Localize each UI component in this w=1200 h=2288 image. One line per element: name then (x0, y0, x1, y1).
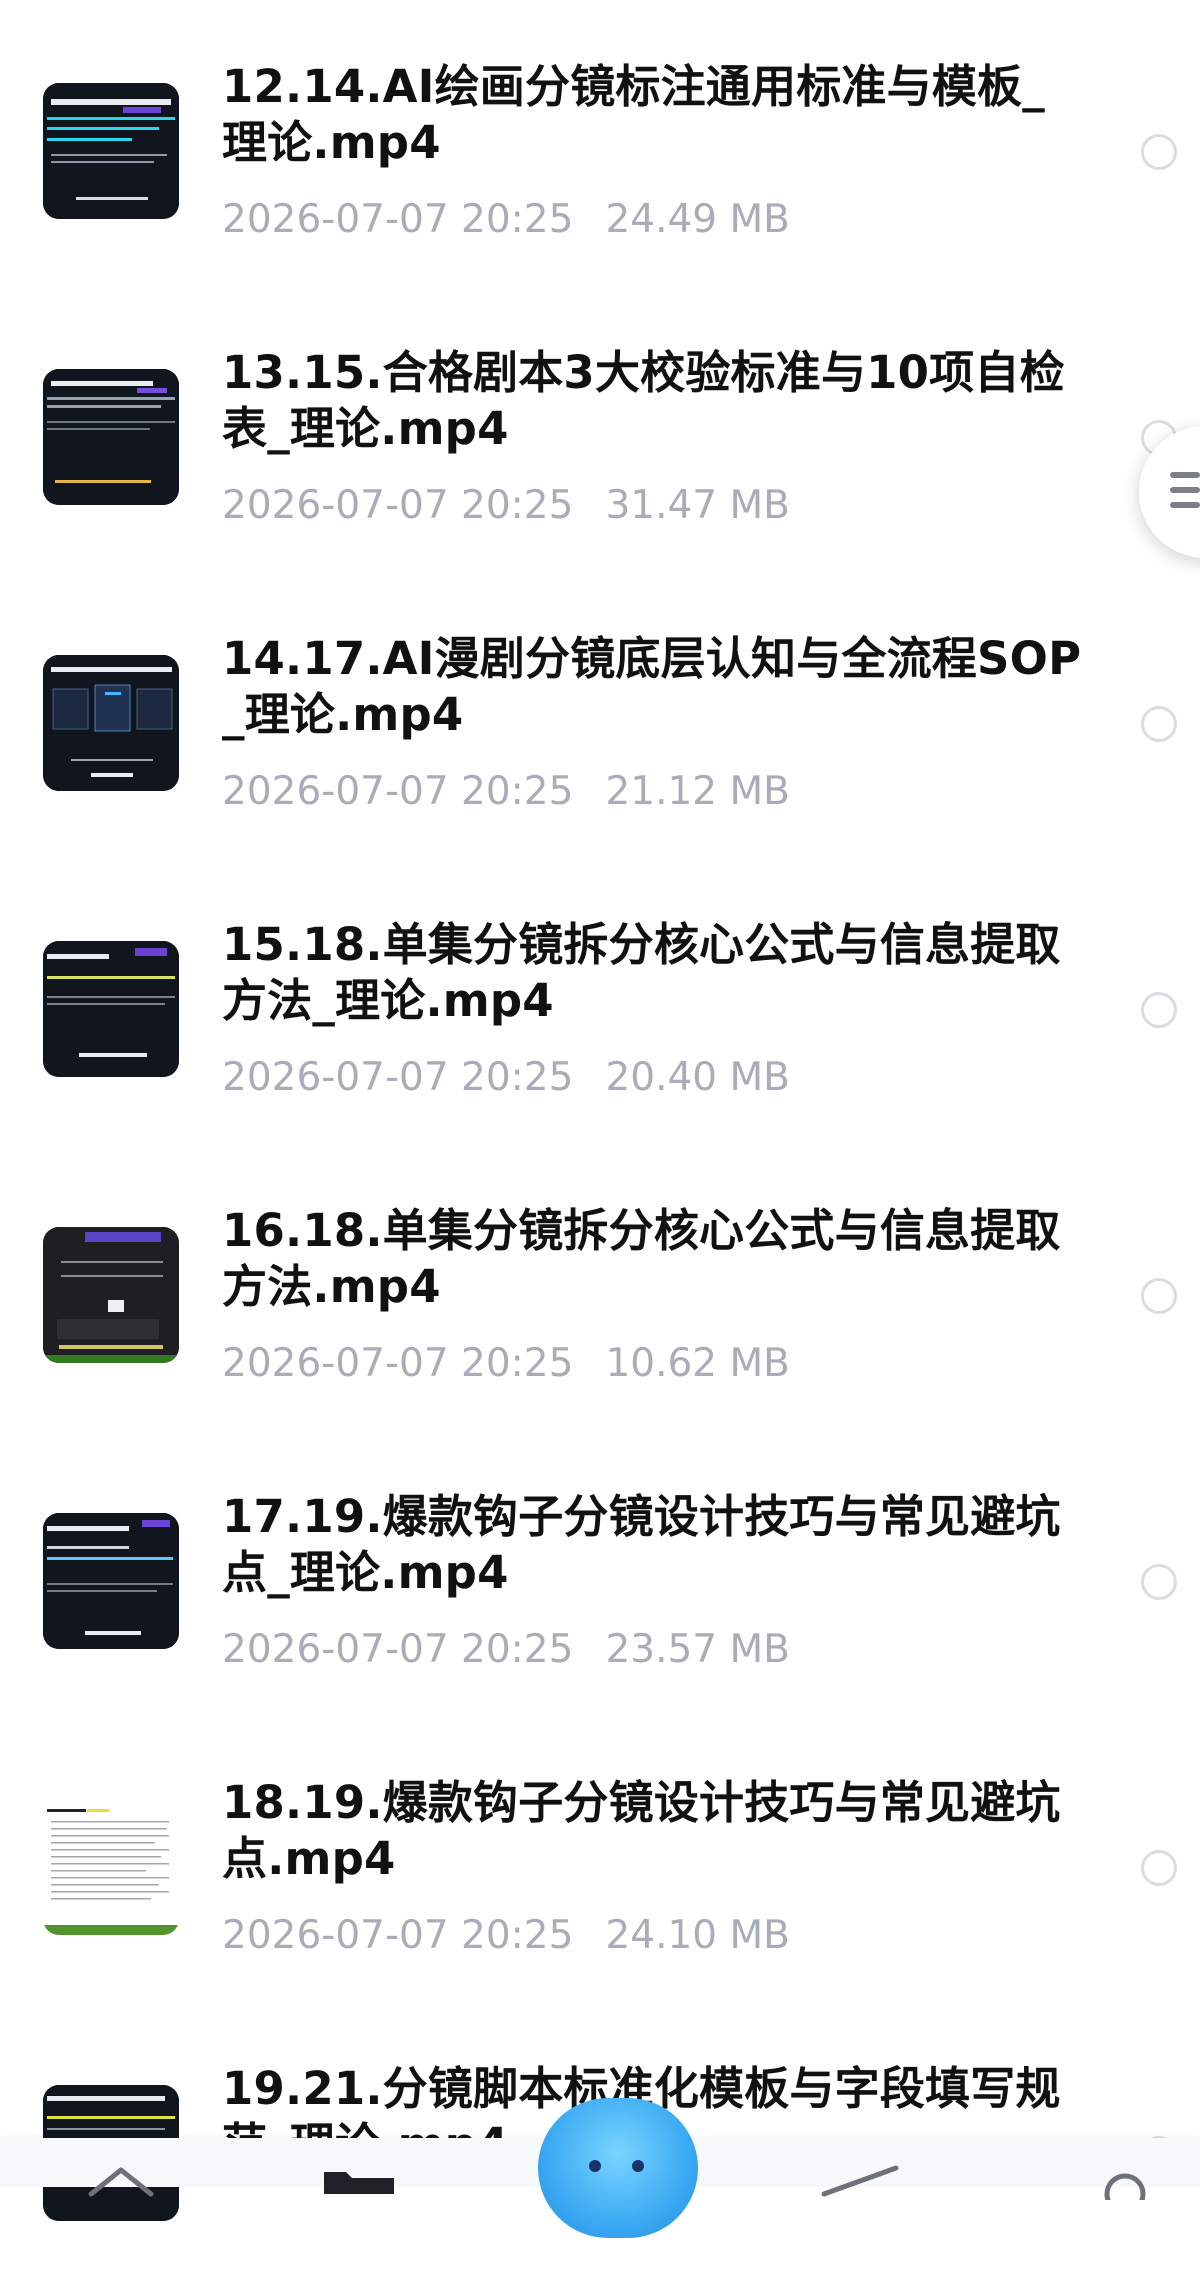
file-item-1[interactable]: 12.14.AI绘画分镜标注通用标准与模板_理论.mp4 2026-07-07 … (0, 0, 1200, 286)
file-date: 2026-07-07 20:25 (222, 1627, 574, 1672)
select-radio[interactable] (1141, 134, 1177, 170)
file-size: 31.47 MB (605, 483, 790, 528)
file-meta: 2026-07-07 20:25 10.62 MB (222, 1340, 790, 1388)
select-radio[interactable] (1141, 1564, 1177, 1600)
video-thumbnail (43, 941, 179, 1077)
file-date: 2026-07-07 20:25 (222, 1341, 574, 1386)
select-radio[interactable] (1141, 1850, 1177, 1886)
video-thumbnail (43, 655, 179, 791)
file-date: 2026-07-07 20:25 (222, 1055, 574, 1100)
folder-icon[interactable] (314, 2160, 404, 2200)
file-date: 2026-07-07 20:25 (222, 769, 574, 814)
file-meta: 2026-07-07 20:25 24.49 MB (222, 196, 790, 244)
file-item-5[interactable]: 16.18.单集分镜拆分核心公式与信息提取方法.mp4 2026-07-07 2… (0, 1144, 1200, 1430)
user-icon[interactable] (1080, 2160, 1170, 2200)
assistant-left-eye (589, 2160, 601, 2172)
file-size: 24.10 MB (605, 1913, 790, 1958)
file-meta: 2026-07-07 20:25 21.12 MB (222, 768, 790, 816)
file-meta: 2026-07-07 20:25 23.57 MB (222, 1626, 790, 1674)
video-thumbnail (43, 1227, 179, 1363)
file-name[interactable]: 12.14.AI绘画分镜标注通用标准与模板_理论.mp4 (222, 59, 1082, 171)
file-item-3[interactable]: 14.17.AI漫剧分镜底层认知与全流程SOP_理论.mp4 2026-07-0… (0, 572, 1200, 858)
file-list: 12.14.AI绘画分镜标注通用标准与模板_理论.mp4 2026-07-07 … (0, 0, 1200, 2221)
file-meta: 2026-07-07 20:25 24.10 MB (222, 1912, 790, 1960)
file-date: 2026-07-07 20:25 (222, 197, 574, 242)
video-thumbnail (43, 369, 179, 505)
file-size: 20.40 MB (605, 1055, 790, 1100)
home-icon[interactable] (76, 2160, 166, 2200)
file-name[interactable]: 17.19.爆款钩子分镜设计技巧与常见避坑点_理论.mp4 (222, 1489, 1082, 1601)
assistant-bot-icon[interactable] (538, 2098, 698, 2238)
select-radio[interactable] (1141, 1278, 1177, 1314)
file-meta: 2026-07-07 20:25 20.40 MB (222, 1054, 790, 1102)
file-item-7[interactable]: 18.19.爆款钩子分镜设计技巧与常见避坑点.mp4 2026-07-07 20… (0, 1716, 1200, 2002)
send-icon[interactable] (816, 2160, 906, 2200)
file-item-2[interactable]: 13.15.合格剧本3大校验标准与10项自检表_理论.mp4 2026-07-0… (0, 286, 1200, 572)
file-size: 21.12 MB (605, 769, 790, 814)
file-name[interactable]: 15.18.单集分镜拆分核心公式与信息提取方法_理论.mp4 (222, 917, 1082, 1029)
file-date: 2026-07-07 20:25 (222, 1913, 574, 1958)
file-item-4[interactable]: 15.18.单集分镜拆分核心公式与信息提取方法_理论.mp4 2026-07-0… (0, 858, 1200, 1144)
file-item-6[interactable]: 17.19.爆款钩子分镜设计技巧与常见避坑点_理论.mp4 2026-07-07… (0, 1430, 1200, 1716)
assistant-right-eye (632, 2160, 644, 2172)
video-thumbnail (43, 1513, 179, 1649)
file-size: 23.57 MB (605, 1627, 790, 1672)
file-name[interactable]: 14.17.AI漫剧分镜底层认知与全流程SOP_理论.mp4 (222, 631, 1082, 743)
select-radio[interactable] (1141, 992, 1177, 1028)
file-name[interactable]: 13.15.合格剧本3大校验标准与10项自检表_理论.mp4 (222, 345, 1082, 457)
file-size: 24.49 MB (605, 197, 790, 242)
file-date: 2026-07-07 20:25 (222, 483, 574, 528)
file-size: 10.62 MB (605, 1341, 790, 1386)
file-meta: 2026-07-07 20:25 31.47 MB (222, 482, 790, 530)
video-thumbnail (43, 83, 179, 219)
video-thumbnail (43, 1799, 179, 1935)
file-name[interactable]: 18.19.爆款钩子分镜设计技巧与常见避坑点.mp4 (222, 1775, 1082, 1887)
file-name[interactable]: 16.18.单集分镜拆分核心公式与信息提取方法.mp4 (222, 1203, 1082, 1315)
menu-icon (1170, 472, 1200, 512)
select-radio[interactable] (1141, 706, 1177, 742)
